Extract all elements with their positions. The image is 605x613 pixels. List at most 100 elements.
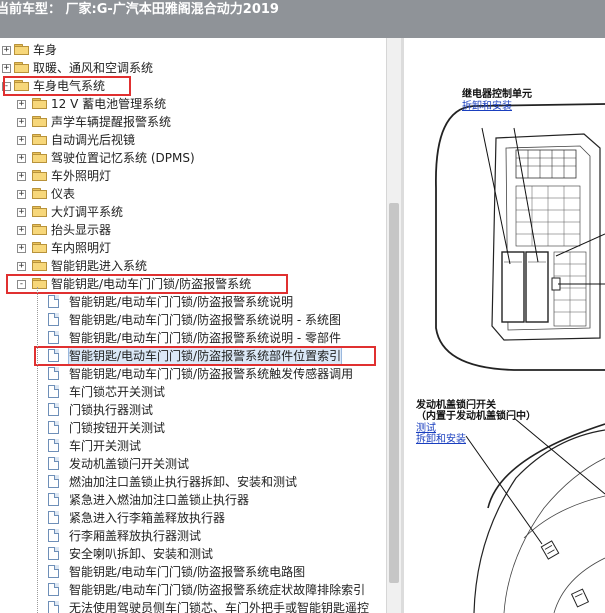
expand-icon[interactable]: + — [17, 226, 26, 235]
tree-item-label: 车门开关测试 — [69, 439, 142, 453]
tree-folder-item[interactable]: + 仪表 — [0, 185, 386, 203]
document-icon — [48, 331, 59, 344]
tree-folder-item[interactable]: + 自动调光后视镜 — [0, 131, 386, 149]
tree-guide-line — [37, 287, 38, 613]
expand-icon[interactable]: + — [17, 172, 26, 181]
tree-doc-item[interactable]: 安全喇叭拆卸、安装和测试 — [0, 545, 386, 563]
tree-folder-item[interactable]: + 智能钥匙进入系统 — [0, 257, 386, 275]
tree-item-label: 仪表 — [51, 187, 76, 201]
title-bar-text: 当前车型： 厂家:G-广汽本田雅阁混合动力2019 — [0, 2, 279, 17]
expand-icon[interactable]: + — [2, 46, 11, 55]
expand-icon[interactable]: + — [17, 262, 26, 271]
document-icon — [48, 565, 59, 578]
tree-folder-item[interactable]: + 大灯调平系统 — [0, 203, 386, 221]
expand-icon[interactable]: + — [17, 244, 26, 253]
diagram-drawing — [435, 103, 605, 613]
expand-icon[interactable]: + — [17, 208, 26, 217]
document-icon — [48, 295, 59, 308]
tree-doc-item[interactable]: 紧急进入行李箱盖释放执行器 — [0, 509, 386, 527]
tree-item-label: 声学车辆提醒报警系统 — [51, 115, 172, 129]
tree-scrollbar[interactable] — [386, 38, 401, 613]
tree-item-label: 取暖、通风和空调系统 — [33, 61, 154, 75]
tree-item-label: 门锁按钮开关测试 — [69, 421, 166, 435]
relay-unit-remove-link[interactable]: 拆卸和安装 — [462, 97, 512, 112]
tree-item-label: 燃油加注口盖锁止执行器拆卸、安装和测试 — [69, 475, 298, 489]
folder-icon — [32, 260, 47, 271]
expand-icon[interactable]: + — [17, 154, 26, 163]
scrollbar-thumb[interactable] — [389, 203, 399, 583]
expand-icon[interactable]: + — [17, 100, 26, 109]
tree-folder-item[interactable]: + 取暖、通风和空调系统 — [0, 59, 386, 77]
document-icon — [48, 457, 59, 470]
document-icon — [48, 421, 59, 434]
document-icon — [48, 439, 59, 452]
document-icon — [48, 601, 59, 613]
tree-doc-item[interactable]: 车门开关测试 — [0, 437, 386, 455]
document-icon — [48, 547, 59, 560]
tree-doc-item[interactable]: 紧急进入燃油加注口盖锁止执行器 — [0, 491, 386, 509]
tree-item-label: 车外照明灯 — [51, 169, 112, 183]
folder-icon — [32, 206, 47, 217]
highlight-box — [3, 76, 131, 96]
tree-doc-item[interactable]: 智能钥匙/电动车门门锁/防盗报警系统电路图 — [0, 563, 386, 581]
expand-icon[interactable]: + — [17, 190, 26, 199]
folder-icon — [32, 170, 47, 181]
tree-item-label: 大灯调平系统 — [51, 205, 124, 219]
navigation-tree: + 车身 + 取暖、通风和空调系统 - 车身电气系统 +12 V 蓄电池管理系统 + 声学车辆提… — [0, 38, 386, 613]
tree-doc-item[interactable]: 行李厢盖释放执行器测试 — [0, 527, 386, 545]
folder-icon — [32, 116, 47, 127]
tree-item-label: 门锁执行器测试 — [69, 403, 154, 417]
tree-folder-item[interactable]: + 声学车辆提醒报警系统 — [0, 113, 386, 131]
component-diagram: 继电器控制单元 拆卸和安装 发动机盖锁闩开关 （内置于发动机盖锁闩中） 测试 拆… — [404, 38, 605, 613]
tree-doc-item[interactable]: 智能钥匙/电动车门门锁/防盗报警系统说明 - 系统图 — [0, 311, 386, 329]
expand-icon[interactable]: + — [2, 64, 11, 73]
tree-item-label: 车内照明灯 — [51, 241, 112, 255]
tree-folder-item[interactable]: + 驾驶位置记忆系统 (DPMS) — [0, 149, 386, 167]
folder-icon — [14, 62, 29, 73]
folder-icon — [32, 98, 47, 109]
tree-item-label: 无法使用驾驶员侧车门锁芯、车门外把手或智能钥匙遥控 — [69, 601, 370, 613]
tree-folder-item[interactable]: + 抬头显示器 — [0, 221, 386, 239]
document-icon — [48, 493, 59, 506]
tree-item-label: 行李厢盖释放执行器测试 — [69, 529, 202, 543]
tree-item-label: 12 V 蓄电池管理系统 — [51, 97, 167, 111]
tree-item-label: 紧急进入燃油加注口盖锁止执行器 — [69, 493, 250, 507]
folder-icon — [32, 152, 47, 163]
tree-item-label: 安全喇叭拆卸、安装和测试 — [69, 547, 214, 561]
tree-folder-item[interactable]: + 车外照明灯 — [0, 167, 386, 185]
expand-icon[interactable]: + — [17, 136, 26, 145]
tree-folder-item[interactable]: + 车身 — [0, 41, 386, 59]
tree-item-label: 紧急进入行李箱盖释放执行器 — [69, 511, 226, 525]
document-icon — [48, 475, 59, 488]
expand-icon[interactable]: + — [17, 118, 26, 127]
tree-doc-item[interactable]: 智能钥匙/电动车门门锁/防盗报警系统症状故障排除索引 — [0, 581, 386, 599]
highlight-box — [6, 274, 288, 294]
tree-item-label: 驾驶位置记忆系统 (DPMS) — [51, 151, 195, 165]
tree-doc-item[interactable]: 发动机盖锁闩开关测试 — [0, 455, 386, 473]
tree-item-label: 发动机盖锁闩开关测试 — [69, 457, 190, 471]
document-icon — [48, 313, 59, 326]
tree-item-label: 智能钥匙/电动车门门锁/防盗报警系统电路图 — [69, 565, 306, 579]
folder-icon — [32, 188, 47, 199]
tree-doc-item[interactable]: 无法使用驾驶员侧车门锁芯、车门外把手或智能钥匙遥控 — [0, 599, 386, 613]
tree-doc-item[interactable]: 门锁执行器测试 — [0, 401, 386, 419]
tree-doc-item[interactable]: 车门锁芯开关测试 — [0, 383, 386, 401]
tree-doc-item[interactable]: 门锁按钮开关测试 — [0, 419, 386, 437]
highlight-box — [34, 346, 376, 366]
tree-doc-item[interactable]: 燃油加注口盖锁止执行器拆卸、安装和测试 — [0, 473, 386, 491]
tree-folder-item[interactable]: +12 V 蓄电池管理系统 — [0, 95, 386, 113]
document-icon — [48, 403, 59, 416]
folder-icon — [14, 44, 29, 55]
hood-switch-remove-link[interactable]: 拆卸和安装 — [416, 430, 466, 445]
tree-doc-item[interactable]: 智能钥匙/电动车门门锁/防盗报警系统说明 — [0, 293, 386, 311]
tree-folder-item[interactable]: + 车内照明灯 — [0, 239, 386, 257]
tree-item-label: 抬头显示器 — [51, 223, 112, 237]
tree-item-label: 智能钥匙进入系统 — [51, 259, 148, 273]
tree-item-label: 智能钥匙/电动车门门锁/防盗报警系统说明 - 零部件 — [69, 331, 342, 345]
tree-item-label: 智能钥匙/电动车门门锁/防盗报警系统说明 - 系统图 — [69, 313, 342, 327]
tree-doc-item[interactable]: 智能钥匙/电动车门门锁/防盗报警系统说明 - 零部件 — [0, 329, 386, 347]
document-icon — [48, 583, 59, 596]
tree-doc-item[interactable]: 智能钥匙/电动车门门锁/防盗报警系统触发传感器调用 — [0, 365, 386, 383]
title-bar: 当前车型： 厂家:G-广汽本田雅阁混合动力2019 — [0, 0, 605, 38]
folder-icon — [32, 134, 47, 145]
